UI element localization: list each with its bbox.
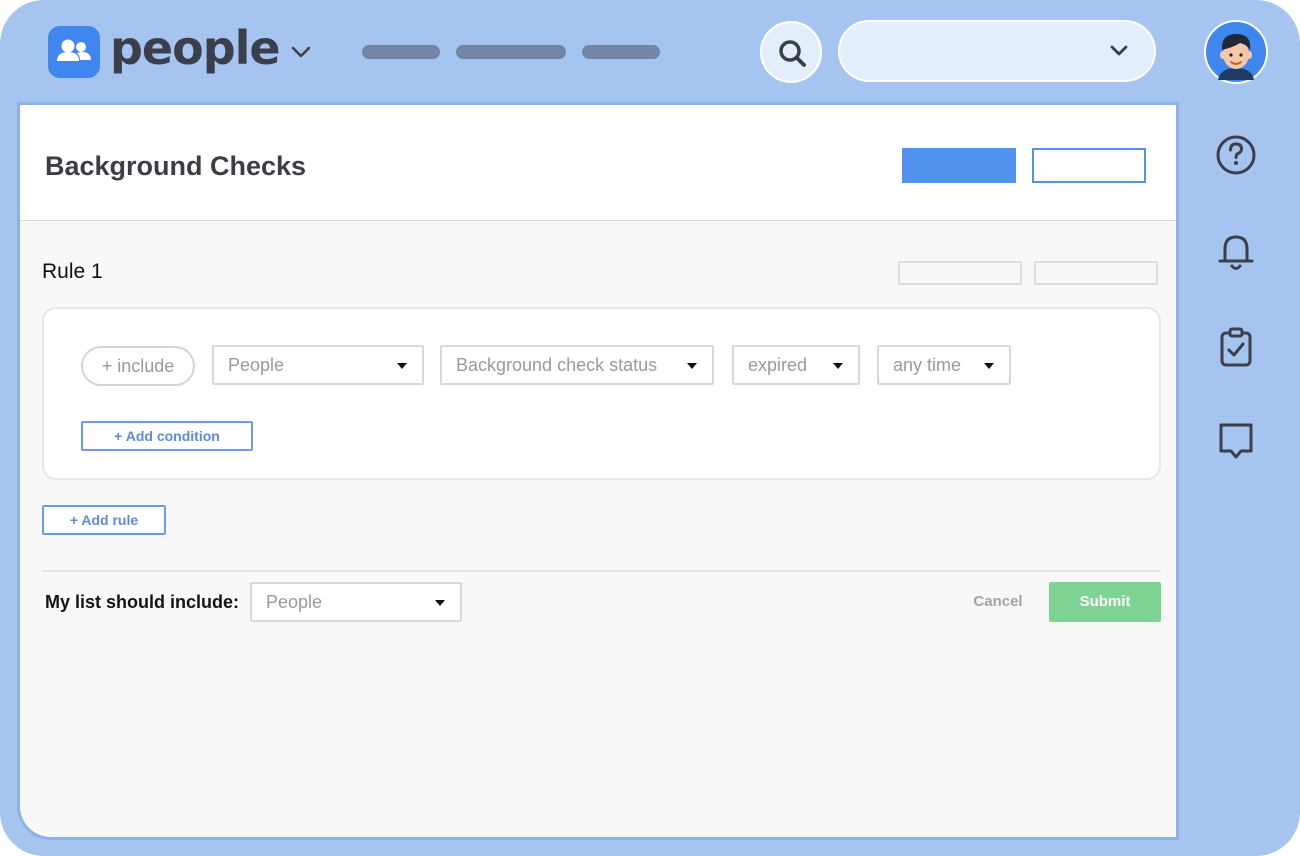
nav-link-placeholder[interactable]: [456, 45, 566, 59]
submit-button[interactable]: Submit: [1049, 582, 1161, 622]
list-include-label: My list should include:: [45, 592, 240, 612]
rule-action-button[interactable]: [898, 261, 1022, 285]
caret-down-icon: [687, 363, 697, 369]
app-frame: people Background Checks Rule 1 + includ…: [0, 0, 1300, 856]
nav-link-placeholder[interactable]: [362, 45, 440, 59]
condition-select-value: Background check status: [456, 355, 658, 375]
add-condition-button[interactable]: + Add condition: [81, 421, 253, 451]
page-title: Background Checks: [45, 151, 307, 181]
nav-link-placeholder[interactable]: [582, 45, 660, 59]
clipboard-check-icon[interactable]: [1213, 324, 1259, 370]
condition-select-value: any time: [893, 355, 962, 375]
list-include-select[interactable]: People: [250, 582, 462, 622]
condition-select-entity[interactable]: People: [212, 345, 424, 385]
rule-action-button[interactable]: [1034, 261, 1158, 285]
condition-select-status[interactable]: expired: [732, 345, 860, 385]
condition-select-time[interactable]: any time: [877, 345, 1011, 385]
condition-select-field[interactable]: Background check status: [440, 345, 714, 385]
chevron-down-icon: [1110, 45, 1128, 56]
caret-down-icon: [435, 600, 445, 606]
page-header: Background Checks: [20, 105, 1176, 221]
search-button[interactable]: [760, 21, 822, 83]
secondary-action-button[interactable]: [1032, 148, 1146, 183]
cancel-button[interactable]: Cancel: [958, 582, 1038, 622]
users-icon[interactable]: [48, 26, 100, 78]
primary-action-button[interactable]: [902, 148, 1016, 183]
chat-icon[interactable]: [1213, 418, 1259, 464]
bell-icon[interactable]: [1213, 228, 1259, 274]
user-avatar[interactable]: [1204, 20, 1268, 84]
rule-title: Rule 1: [42, 260, 103, 283]
divider: [42, 570, 1161, 572]
list-include-select-value: People: [266, 592, 323, 612]
caret-down-icon: [984, 363, 994, 369]
help-icon[interactable]: [1213, 132, 1259, 178]
condition-select-value: People: [228, 355, 285, 375]
add-rule-button[interactable]: + Add rule: [42, 505, 166, 535]
app-name[interactable]: people: [110, 18, 281, 78]
include-toggle[interactable]: + include: [81, 346, 195, 386]
main-card: Background Checks Rule 1 + include Peopl…: [17, 102, 1179, 840]
caret-down-icon: [833, 363, 843, 369]
caret-down-icon: [397, 363, 407, 369]
condition-select-value: expired: [748, 355, 808, 375]
top-selector[interactable]: [838, 20, 1156, 82]
chevron-down-icon[interactable]: [289, 40, 313, 69]
rule-panel: + include People Background check status…: [42, 307, 1161, 480]
search-icon: [779, 40, 806, 67]
